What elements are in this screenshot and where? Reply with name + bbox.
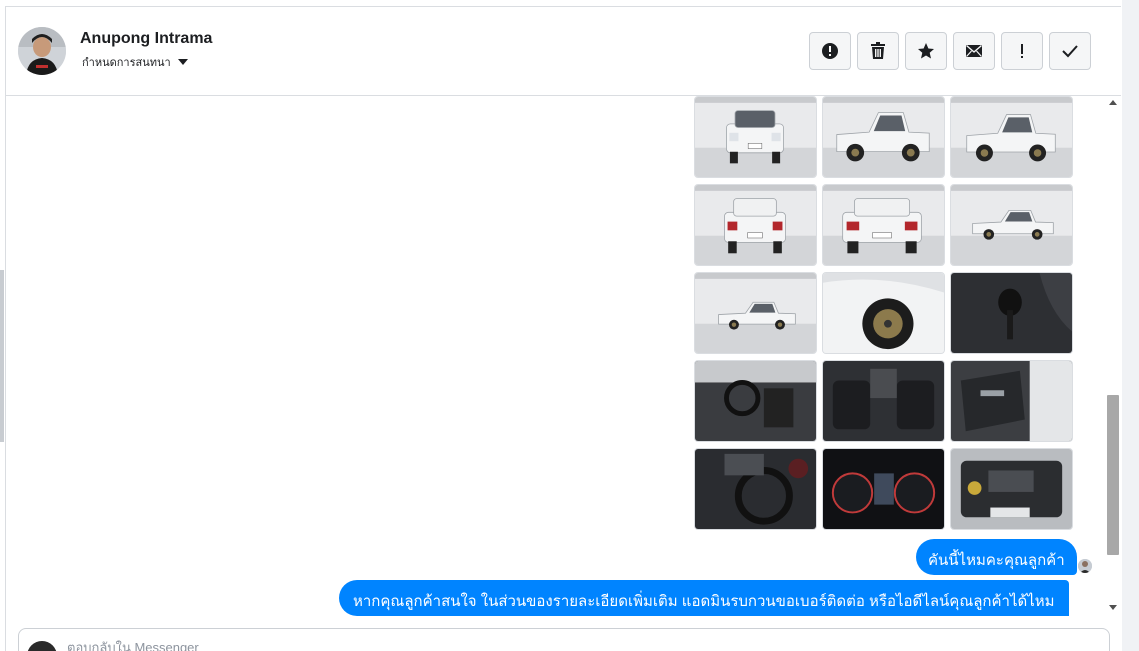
seen-avatar-photo <box>1078 559 1092 573</box>
photo-thumbnail[interactable] <box>950 448 1073 530</box>
message-bubble[interactable]: คันนี้ไหมคะคุณลูกค้า <box>916 539 1077 575</box>
trash-icon <box>871 42 885 59</box>
photo-image <box>951 449 1072 529</box>
caret-down-icon <box>177 59 188 65</box>
checkmark-icon <box>1062 45 1078 58</box>
photo-thumbnail[interactable] <box>822 96 945 178</box>
delete-button[interactable] <box>857 32 899 70</box>
photo-image <box>695 361 816 441</box>
photo-image <box>951 97 1072 177</box>
mark-unread-button[interactable] <box>953 32 995 70</box>
photo-thumbnail[interactable] <box>694 96 817 178</box>
photo-thumbnail[interactable] <box>822 272 945 354</box>
photo-thumbnail[interactable] <box>950 184 1073 266</box>
scroll-up-arrow-icon[interactable] <box>1109 100 1117 105</box>
conversation-schedule-dropdown[interactable]: กำหนดการสนทนา <box>82 53 188 71</box>
mark-done-button[interactable] <box>1049 32 1091 70</box>
contact-name[interactable]: Anupong Intrama <box>80 30 212 48</box>
photo-grid <box>694 96 1073 530</box>
envelope-icon <box>966 44 982 57</box>
scrollbar-thumb[interactable] <box>1107 395 1119 555</box>
photo-image <box>951 361 1072 441</box>
message-thread: คันนี้ไหมคะคุณลูกค้า หากคุณลูกค้าสนใจ ใน… <box>6 96 1105 616</box>
report-spam-button[interactable] <box>809 32 851 70</box>
photo-image <box>823 449 944 529</box>
photo-image <box>695 273 816 353</box>
conversation-schedule-label: กำหนดการสนทนา <box>82 57 171 69</box>
photo-thumbnail[interactable] <box>950 360 1073 442</box>
photo-thumbnail[interactable] <box>694 360 817 442</box>
photo-thumbnail[interactable] <box>694 184 817 266</box>
reply-composer <box>18 628 1110 651</box>
seen-avatar <box>1078 559 1092 573</box>
alert-circle-icon <box>822 43 838 59</box>
contact-avatar[interactable] <box>18 27 66 75</box>
page-avatar <box>27 641 57 651</box>
right-gutter <box>1122 0 1139 651</box>
star-icon <box>918 43 934 59</box>
photo-thumbnail[interactable] <box>950 272 1073 354</box>
photo-image <box>695 185 816 265</box>
photo-thumbnail[interactable] <box>694 272 817 354</box>
photo-image <box>695 449 816 529</box>
photo-image <box>951 185 1072 265</box>
photo-thumbnail[interactable] <box>822 184 945 266</box>
photo-image <box>823 97 944 177</box>
avatar-photo <box>18 27 66 75</box>
follow-up-button[interactable] <box>1001 32 1043 70</box>
star-button[interactable] <box>905 32 947 70</box>
photo-image <box>951 273 1072 353</box>
photo-thumbnail[interactable] <box>822 360 945 442</box>
photo-image <box>823 273 944 353</box>
thread-scrollbar[interactable] <box>1106 96 1121 616</box>
reply-input[interactable] <box>67 640 767 651</box>
exclamation-icon <box>1021 44 1023 58</box>
messenger-inbox-page: Anupong Intrama กำหนดการสนทนา คันนี้ไหมค… <box>0 0 1139 651</box>
conversation-header: Anupong Intrama กำหนดการสนทนา <box>6 7 1121 96</box>
photo-thumbnail[interactable] <box>950 96 1073 178</box>
message-bubble[interactable]: หากคุณลูกค้าสนใจ ในส่วนของรายละเอียดเพิ่… <box>339 580 1069 616</box>
photo-image <box>823 185 944 265</box>
conversation-actions <box>809 32 1091 70</box>
photo-thumbnail[interactable] <box>694 448 817 530</box>
left-panel-scroll-thumb[interactable] <box>0 270 4 442</box>
photo-thumbnail[interactable] <box>822 448 945 530</box>
photo-image <box>695 97 816 177</box>
scroll-down-arrow-icon[interactable] <box>1109 605 1117 610</box>
photo-image <box>823 361 944 441</box>
